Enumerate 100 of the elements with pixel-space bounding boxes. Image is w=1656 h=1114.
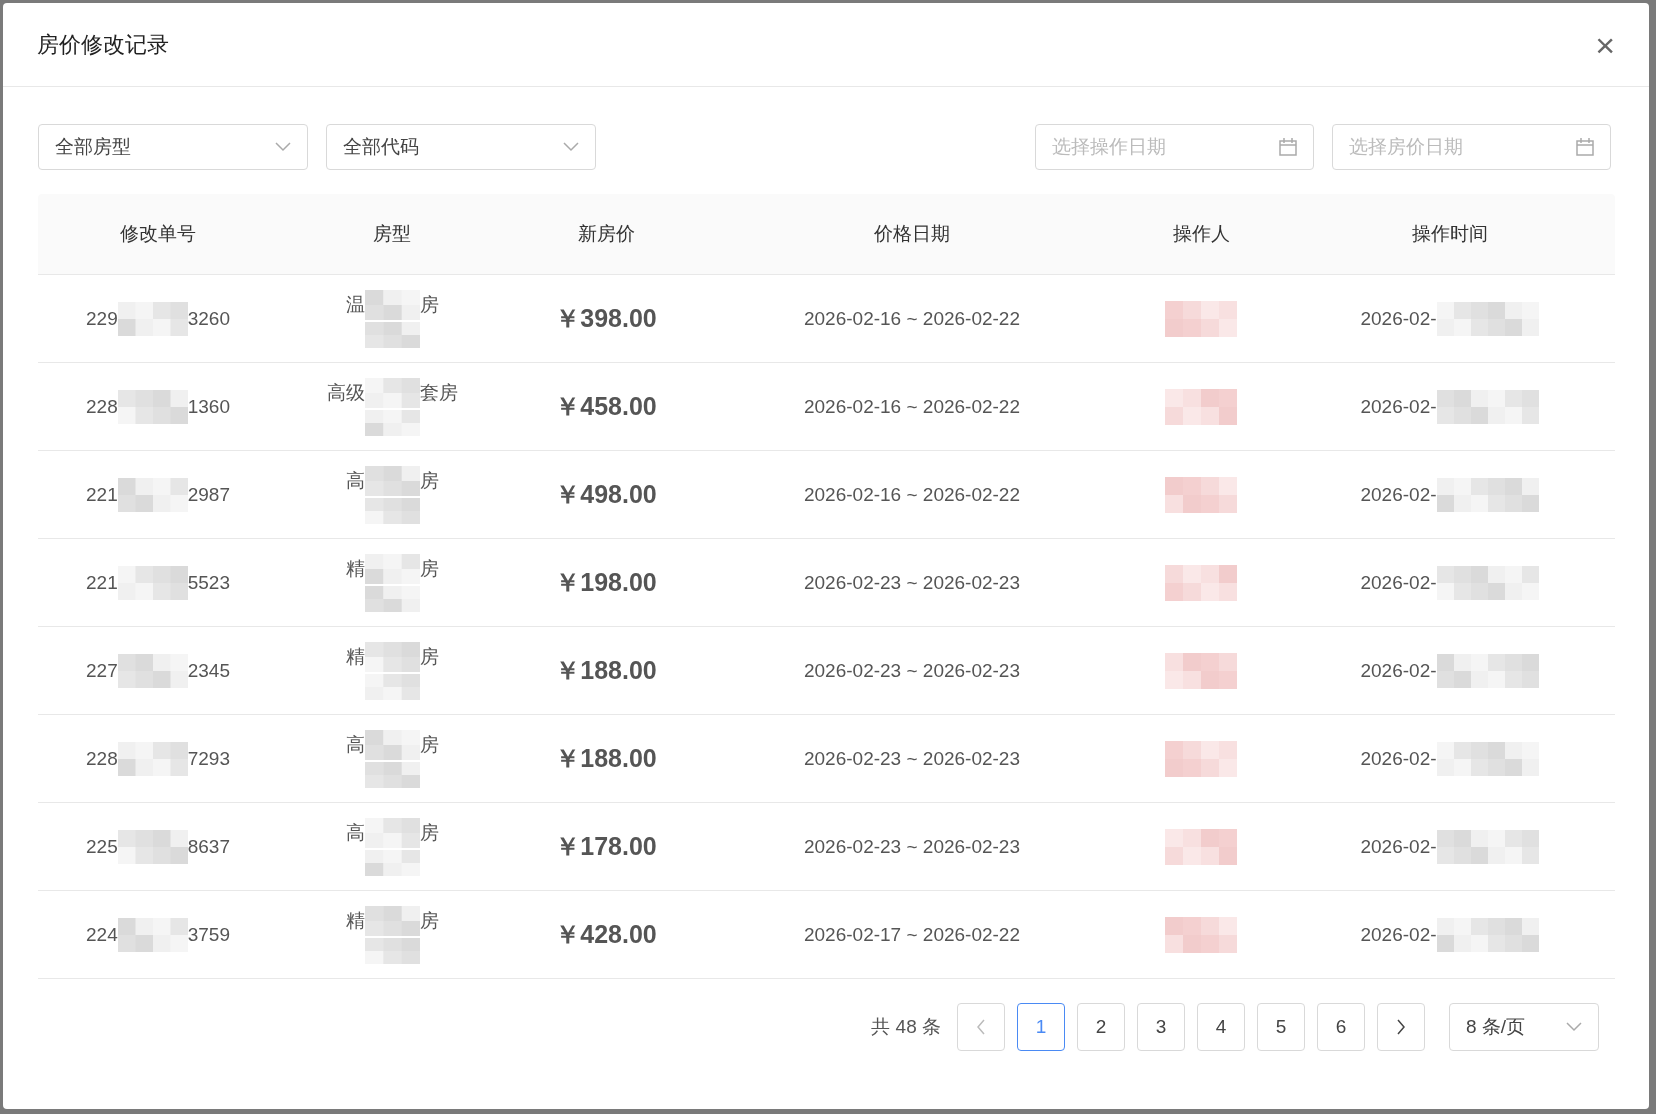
table-cell: 2026-02-16 ~ 2026-02-22 xyxy=(803,307,1020,330)
redaction-drawing xyxy=(364,321,420,348)
table-cell-text: 精 xyxy=(345,908,365,933)
table-cell: 2026-02-23 ~ 2026-02-23 xyxy=(803,659,1020,682)
redaction-drawing xyxy=(117,653,188,688)
redaction-drawing xyxy=(364,497,420,524)
caret-icon xyxy=(275,142,291,152)
table-cell-text: 房 xyxy=(419,292,439,317)
table-cell-text: 高级 xyxy=(326,380,365,405)
table-cell: 2026-02- xyxy=(1360,659,1437,682)
redaction-drawing xyxy=(117,301,188,336)
table-cell: 2026-02-17 ~ 2026-02-22 xyxy=(803,923,1020,946)
table-cell: 2026-02-23 ~ 2026-02-23 xyxy=(803,835,1020,858)
column-header: 新房价 xyxy=(576,222,636,246)
calendar-icon xyxy=(1575,137,1595,157)
table-cell: 2026-02- xyxy=(1360,571,1437,594)
price-text: ￥398.00 xyxy=(555,303,657,334)
table-cell: 229 xyxy=(86,307,118,330)
price-text: ￥178.00 xyxy=(555,831,657,862)
table-cell: 224 xyxy=(86,923,118,946)
redaction-drawing xyxy=(117,741,188,776)
table-cell: 2987 xyxy=(187,483,230,506)
redaction-drawing xyxy=(1165,828,1237,865)
redaction-drawing xyxy=(364,465,420,496)
select-field[interactable]: 全部房型 xyxy=(38,124,308,170)
price-text: ￥458.00 xyxy=(555,391,657,422)
table-cell: 5523 xyxy=(187,571,230,594)
table-cell: 2026-02- xyxy=(1360,483,1437,506)
redaction-drawing xyxy=(364,849,420,876)
table-cell: 225 xyxy=(86,835,118,858)
next-page-button[interactable] xyxy=(1377,1003,1425,1051)
table-cell-text: 房 xyxy=(419,644,439,669)
table-cell: 2026-02-23 ~ 2026-02-23 xyxy=(803,747,1020,770)
table-cell: 1360 xyxy=(187,395,230,418)
page-button[interactable]: 5 xyxy=(1257,1003,1305,1051)
total-count: 共 48 条 xyxy=(871,1015,941,1039)
date-field[interactable]: 选择操作日期 xyxy=(1035,124,1314,170)
redaction-drawing xyxy=(1165,652,1237,689)
table-cell: 228 xyxy=(86,747,118,770)
table-cell: 227 xyxy=(86,659,118,682)
table-cell-text: 房 xyxy=(419,732,439,757)
redaction-drawing xyxy=(364,729,420,760)
redaction-drawing xyxy=(364,641,420,672)
table-cell: 2026-02- xyxy=(1360,923,1437,946)
redaction-drawing xyxy=(364,585,420,612)
calendar-icon xyxy=(1278,137,1298,157)
page-button[interactable]: 3 xyxy=(1137,1003,1185,1051)
price-text: ￥188.00 xyxy=(555,655,657,686)
close-button[interactable]: × xyxy=(1589,27,1621,62)
table-cell: 2026-02- xyxy=(1360,307,1437,330)
redaction-drawing xyxy=(117,829,188,864)
table-cell: 2026-02-16 ~ 2026-02-22 xyxy=(803,395,1020,418)
chevron-right-icon xyxy=(1396,1019,1406,1035)
redaction-drawing xyxy=(364,377,420,408)
redaction-drawing xyxy=(364,905,420,936)
table-cell-text: 房 xyxy=(419,556,439,581)
table-cell: 2026-02- xyxy=(1360,395,1437,418)
table-cell-text: 高 xyxy=(345,820,365,845)
table-cell-text: 精 xyxy=(345,556,365,581)
table-cell: 221 xyxy=(86,483,118,506)
redaction-drawing xyxy=(364,409,420,436)
table-cell: 2026-02-16 ~ 2026-02-22 xyxy=(803,483,1020,506)
redaction-drawing xyxy=(1165,740,1237,777)
redaction-drawing xyxy=(117,389,188,424)
redaction-drawing xyxy=(1165,300,1237,337)
column-header: 房型 xyxy=(372,222,412,246)
table-cell: 221 xyxy=(86,571,118,594)
table-cell: 228 xyxy=(86,395,118,418)
redaction-drawing xyxy=(364,761,420,788)
table-cell-text: 温 xyxy=(345,292,365,317)
page-size-select[interactable]: 8 条/页 xyxy=(1449,1003,1599,1051)
caret-icon xyxy=(1566,1022,1582,1032)
table-cell-text: 精 xyxy=(345,644,365,669)
date-field[interactable]: 选择房价日期 xyxy=(1332,124,1611,170)
table-cell: 7293 xyxy=(187,747,230,770)
column-header: 操作人 xyxy=(1171,222,1231,246)
page-button[interactable]: 6 xyxy=(1317,1003,1365,1051)
table-cell-text: 高 xyxy=(345,468,365,493)
table-cell-text: 套房 xyxy=(419,380,458,405)
table-cell: 3260 xyxy=(187,307,230,330)
redaction-drawing xyxy=(1165,916,1237,953)
table-cell: 2345 xyxy=(187,659,230,682)
table-cell: 8637 xyxy=(187,835,230,858)
table-cell-text: 房 xyxy=(419,468,439,493)
table-cell: 2026-02- xyxy=(1360,835,1437,858)
page-button[interactable]: 4 xyxy=(1197,1003,1245,1051)
chevron-left-icon xyxy=(976,1019,986,1035)
redaction-drawing xyxy=(117,477,188,512)
price-text: ￥428.00 xyxy=(555,919,657,950)
redaction-drawing xyxy=(1165,564,1237,601)
table-cell: 2026-02-23 ~ 2026-02-23 xyxy=(803,571,1020,594)
dialog-title: 房价修改记录 xyxy=(37,30,169,59)
table-cell-text: 房 xyxy=(419,820,439,845)
redaction-drawing xyxy=(117,917,188,952)
column-header: 操作时间 xyxy=(1410,222,1489,246)
page-button[interactable]: 2 xyxy=(1077,1003,1125,1051)
select-field[interactable]: 全部代码 xyxy=(326,124,596,170)
table-cell: 3759 xyxy=(187,923,230,946)
table-cell-text: 房 xyxy=(419,908,439,933)
price-text: ￥198.00 xyxy=(555,567,657,598)
